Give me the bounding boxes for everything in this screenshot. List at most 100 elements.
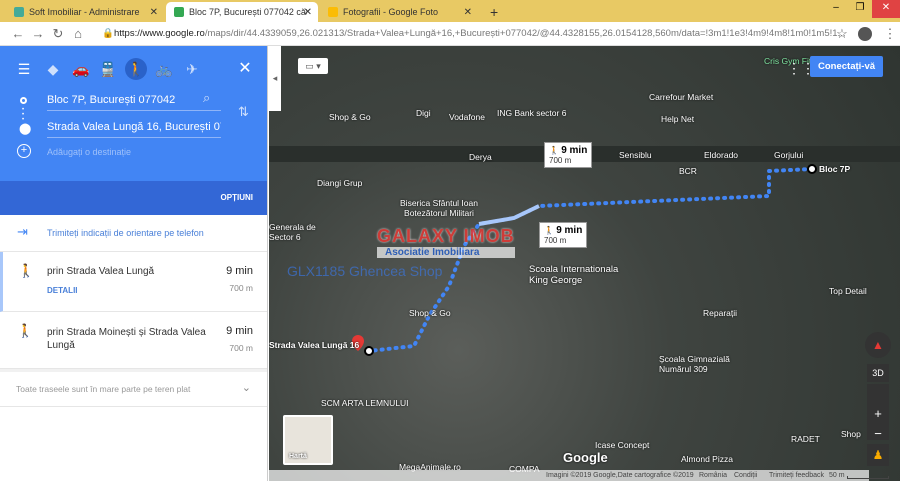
map-label: Școala Gimnazială Numărul 309 bbox=[659, 354, 730, 374]
bookmark-star-icon[interactable]: ☆ bbox=[832, 26, 852, 42]
collapse-panel-button[interactable]: ◂ bbox=[269, 46, 281, 111]
route-badge-2[interactable]: 🚶 9 min 700 m bbox=[539, 222, 588, 248]
close-tab-icon[interactable]: ✕ bbox=[304, 7, 312, 18]
tab-google-photos[interactable]: Fotografii - Google Foto ✕ bbox=[320, 2, 478, 22]
back-icon[interactable]: ← bbox=[8, 26, 28, 41]
details-button[interactable]: DETALII bbox=[47, 286, 78, 295]
map-label: Almond Pizza bbox=[681, 454, 733, 464]
tab-title: Soft Imobiliar - Administrare bbox=[29, 7, 140, 17]
terms-link[interactable]: Condiții bbox=[734, 470, 757, 481]
map-label: Sensiblu bbox=[619, 150, 652, 160]
photos-favicon-icon bbox=[328, 7, 338, 17]
url-input[interactable]: 🔒 https://www.google.ro/maps/dir/44.43390… bbox=[98, 25, 856, 43]
map-label: Shop & Go bbox=[409, 308, 451, 318]
car-icon[interactable]: 🚗 bbox=[70, 58, 92, 80]
watermark-subtitle: Asociatie Imobiliara bbox=[377, 247, 515, 258]
tab-title: Bloc 7P, București 077042 către S bbox=[189, 7, 307, 17]
route-time: 9 min bbox=[226, 325, 253, 337]
best-route-icon[interactable]: ◆ bbox=[42, 58, 64, 80]
menu-kebab-icon[interactable]: ⋮ bbox=[880, 26, 900, 42]
bicycle-icon[interactable]: 🚲 bbox=[153, 58, 175, 80]
hamburger-menu-icon[interactable]: ☰ bbox=[13, 58, 35, 80]
zoom-out-button[interactable]: − bbox=[867, 426, 889, 442]
walking-icon[interactable]: 🚶 bbox=[125, 58, 147, 80]
sign-in-button[interactable]: Conectați-vă bbox=[810, 56, 884, 77]
transit-icon[interactable]: 🚆 bbox=[97, 58, 119, 80]
country-link[interactable]: România bbox=[699, 470, 727, 481]
url-host: https://www.google.ro bbox=[114, 28, 205, 39]
destination-label: Strada Valea Lungă 16 bbox=[269, 340, 360, 350]
close-tab-icon[interactable]: ✕ bbox=[150, 7, 158, 18]
map-label: Eldorado bbox=[704, 150, 739, 160]
search-icon[interactable]: ⌕ bbox=[203, 90, 210, 106]
directions-header: ☰ ◆ 🚗 🚆 🚶 🚲 ✈ ✕ • • • ⬤ Bloc 7P, București… bbox=[0, 46, 267, 181]
feedback-link[interactable]: Trimiteți feedback bbox=[769, 470, 824, 481]
map-label: Shop bbox=[841, 429, 861, 439]
map-label: Diangi Grup bbox=[317, 178, 363, 188]
map-label: Help Net bbox=[661, 114, 695, 124]
flight-icon[interactable]: ✈ bbox=[181, 58, 203, 80]
map-label: SCM ARTA LEMNULUI bbox=[321, 398, 409, 408]
destination-pin-icon: ⬤ bbox=[19, 123, 32, 135]
map-label: ING Bank sector 6 bbox=[497, 108, 567, 118]
reload-icon[interactable]: ↻ bbox=[48, 26, 68, 42]
compass-icon[interactable]: ▲ bbox=[865, 332, 891, 358]
lock-icon: 🔒 bbox=[102, 28, 114, 39]
forward-icon[interactable]: → bbox=[28, 26, 48, 41]
watermark-code: GLX1185 Ghencea Shop bbox=[287, 263, 443, 279]
map-label: Carrefour Market bbox=[649, 92, 714, 102]
watermark-brand: GALAXY IMOB bbox=[377, 226, 515, 246]
route-option-1[interactable]: 🚶 prin Strada Valea Lungă 9 min 700 m DE… bbox=[0, 252, 267, 312]
walking-icon: 🚶 bbox=[18, 263, 35, 278]
swap-icon[interactable]: ⇅ bbox=[238, 104, 249, 120]
copyright-text: Imagini ©2019 Google,Date cartografice ©… bbox=[546, 472, 694, 479]
terrain-note-row[interactable]: Toate traseele sunt în mare parte pe ter… bbox=[0, 369, 267, 407]
close-tab-icon[interactable]: ✕ bbox=[464, 7, 472, 18]
badge-distance: 700 m bbox=[549, 156, 572, 165]
origin-input[interactable]: Bloc 7P, București 077042 bbox=[47, 94, 221, 111]
route-toggle-button[interactable]: ▭ ▾ bbox=[298, 58, 328, 74]
tab-soft-imobiliar[interactable]: Soft Imobiliar - Administrare ✕ bbox=[6, 2, 164, 22]
zoom-in-button[interactable]: + bbox=[867, 406, 889, 422]
destination-input[interactable]: Strada Valea Lungă 16, București 077042 bbox=[47, 121, 221, 138]
map-label: Scoala Internationala King George bbox=[529, 264, 619, 286]
profile-avatar[interactable] bbox=[858, 27, 872, 41]
satellite-map[interactable]: PC Cris Gym Fitness Carrefour Market Hel… bbox=[269, 46, 900, 481]
new-tab-button[interactable]: + bbox=[482, 2, 498, 22]
maximize-button[interactable]: ❐ bbox=[848, 0, 872, 18]
tab-google-maps[interactable]: Bloc 7P, București 077042 către S✕ bbox=[166, 2, 318, 22]
origin-dot-icon bbox=[20, 97, 27, 104]
route-dots-icon: • • • bbox=[22, 107, 25, 123]
add-destination-icon[interactable]: + bbox=[17, 144, 31, 158]
terrain-note: Toate traseele sunt în mare parte pe ter… bbox=[16, 384, 191, 394]
chevron-down-icon[interactable]: ⌄ bbox=[242, 381, 251, 394]
close-directions-icon[interactable]: ✕ bbox=[234, 58, 256, 80]
add-destination-input[interactable]: Adăugați o destinație bbox=[47, 147, 131, 157]
send-to-phone-icon: ⇥ bbox=[17, 224, 28, 239]
close-window-button[interactable]: ✕ bbox=[872, 0, 900, 18]
badge-time: 9 min bbox=[561, 145, 588, 156]
route-option-2[interactable]: 🚶 prin Strada Moinești și Strada Valea L… bbox=[0, 312, 267, 369]
map-label: RADET bbox=[791, 434, 820, 444]
route-time: 9 min bbox=[226, 265, 253, 277]
options-bar: OPȚIUNI bbox=[0, 181, 267, 215]
map-layer-toggle[interactable]: Hartă bbox=[283, 415, 333, 465]
favicon-icon bbox=[14, 7, 24, 17]
map-label: Generala de Sector 6 bbox=[269, 222, 316, 242]
tilt-3d-button[interactable]: 3D bbox=[867, 364, 889, 382]
map-label: Digi bbox=[416, 108, 431, 118]
home-icon[interactable]: ⌂ bbox=[68, 26, 88, 41]
map-label: Vodafone bbox=[449, 112, 485, 122]
walking-icon: 🚶 bbox=[17, 323, 34, 338]
destination-dot bbox=[364, 346, 374, 356]
send-to-phone-link[interactable]: Trimiteți indicații de orientare pe tele… bbox=[47, 228, 204, 238]
send-to-phone-row[interactable]: ⇥ Trimiteți indicații de orientare pe te… bbox=[0, 215, 267, 252]
directions-panel: ☰ ◆ 🚗 🚆 🚶 🚲 ✈ ✕ • • • ⬤ Bloc 7P, București… bbox=[0, 46, 268, 481]
route-badge-1[interactable]: 🚶 9 min 700 m bbox=[544, 142, 593, 168]
pegman-icon[interactable]: ♟ bbox=[867, 444, 889, 466]
map-label: Icase Concept bbox=[595, 440, 650, 450]
minimize-button[interactable]: – bbox=[824, 0, 848, 18]
options-button[interactable]: OPȚIUNI bbox=[221, 193, 253, 202]
google-logo: Google bbox=[563, 450, 608, 465]
origin-marker bbox=[807, 164, 817, 174]
